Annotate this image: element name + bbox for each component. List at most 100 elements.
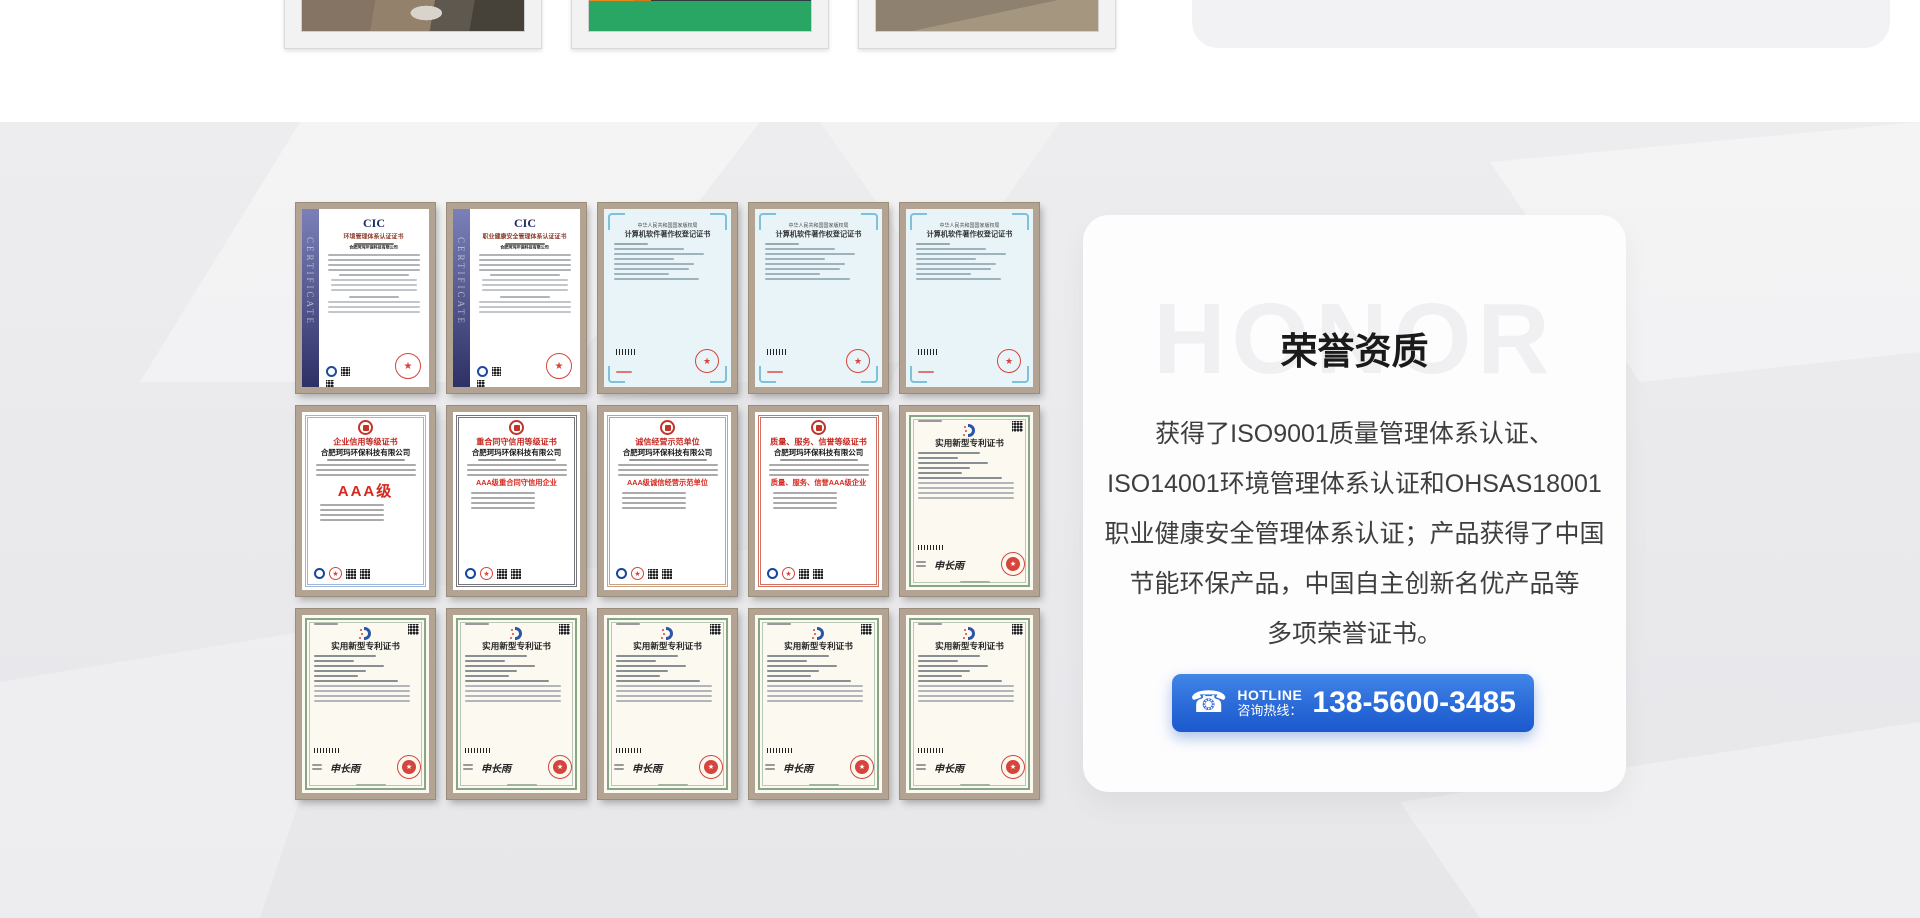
qr-code [710, 624, 721, 635]
signature: 申长雨 [783, 760, 813, 775]
cert-text: 实用新型专利证书 [767, 641, 870, 651]
hotline-number: 138-5600-3485 [1312, 686, 1516, 720]
cert-text: 实用新型专利证书 [918, 438, 1021, 448]
gallery-photo-card[interactable] [858, 0, 1116, 49]
hotline-button[interactable]: ☎ HOTLINE 咨询热线： 138-5600-3485 [1172, 674, 1534, 732]
certificate-thumbnail[interactable]: 实用新型专利证书申长雨★ [749, 609, 888, 799]
barcode [918, 545, 944, 550]
qr-code [799, 569, 809, 579]
cert-text: 计算机软件著作权登记证书 [614, 230, 721, 239]
page: CERTIFICATECIC环境管理体系认证证书合肥珂玛环保科技有限公司★CER… [0, 0, 1920, 918]
cert-text: 实用新型专利证书 [918, 641, 1021, 651]
qr-code [1012, 624, 1023, 635]
cnipa-logo [964, 424, 975, 437]
cert-text: AAA级重合同守信用企业 [463, 479, 570, 488]
description-line: 职业健康安全管理体系认证；产品获得了中国 [1083, 509, 1626, 559]
cnipa-logo [511, 627, 522, 640]
signature-row: 申长雨★ [312, 755, 421, 779]
star-badge: ★ [480, 567, 493, 580]
cert-text: 合肥珂玛环保科技有限公司 [614, 448, 721, 457]
cic-logo: CIC [470, 216, 580, 231]
certificate-thumbnail[interactable]: 质量、服务、信誉等级证书合肥珂玛环保科技有限公司质量、服务、信誉AAA级企业★ [749, 406, 888, 596]
honor-section: CERTIFICATECIC环境管理体系认证证书合肥珂玛环保科技有限公司★CER… [0, 122, 1920, 918]
qr-code [1012, 421, 1023, 432]
signature: 申长雨 [481, 760, 511, 775]
cert-text: 计算机软件著作权登记证书 [916, 230, 1023, 239]
certificate-thumbnail[interactable]: 实用新型专利证书申长雨★ [598, 609, 737, 799]
cert-text: 质量、服务、信誉AAA级企业 [765, 479, 872, 488]
cert-text: 合肥珂玛环保科技有限公司 [765, 448, 872, 457]
construction-photo [588, 0, 812, 32]
signature: 申长雨 [632, 760, 662, 775]
credit-logo [616, 568, 627, 579]
credit-logo [465, 568, 476, 579]
certificate-thumbnail[interactable]: 实用新型专利证书申长雨★ [296, 609, 435, 799]
cic-logo: CIC [319, 216, 429, 231]
cert-logos: ★ [465, 567, 521, 580]
certificate-grid: CERTIFICATECIC环境管理体系认证证书合肥珂玛环保科技有限公司★CER… [296, 203, 1039, 799]
red-seal: ★ [695, 349, 719, 373]
cic-side-band: CERTIFICATE [302, 209, 319, 387]
certificate-thumbnail[interactable]: 实用新型专利证书申长雨★ [447, 609, 586, 799]
top-right-panel [1192, 0, 1890, 48]
cert-text: 实用新型专利证书 [616, 641, 719, 651]
qr-code [559, 624, 570, 635]
cert-text: 中华人民共和国国家版权局 [765, 223, 872, 229]
cnipa-logo [813, 627, 824, 640]
cnipa-logo [360, 627, 371, 640]
signature: 申长雨 [934, 760, 964, 775]
signature-row: 申长雨★ [614, 755, 723, 779]
certificate-thumbnail[interactable]: 中华人民共和国国家版权局计算机软件著作权登记证书★ [749, 203, 888, 393]
certificate-thumbnail[interactable]: 中华人民共和国国家版权局计算机软件著作权登记证书★ [900, 203, 1039, 393]
red-seal: ★ [846, 349, 870, 373]
grade-text: 质量、服务、信誉AAA级企业 [765, 479, 872, 489]
cert-text: 职业健康安全管理体系认证证书 [473, 233, 576, 240]
grade-text: AAA级 [312, 480, 419, 501]
red-seal: ★ [397, 755, 421, 779]
cert-logos [477, 366, 501, 377]
cic-side-band: CERTIFICATE [453, 209, 470, 387]
section-title: 荣誉资质 [1083, 331, 1626, 373]
cert-logos [326, 366, 350, 377]
red-emblem [811, 420, 826, 435]
construction-photo [875, 0, 1099, 32]
certificate-thumbnail[interactable]: 中华人民共和国国家版权局计算机软件著作权登记证书 ★ [598, 203, 737, 393]
star-badge: ★ [329, 567, 342, 580]
certificate-thumbnail[interactable]: 实用新型专利证书申长雨★ [900, 609, 1039, 799]
gallery-photo-card[interactable] [571, 0, 829, 49]
cert-text: 企业信用等级证书 [312, 437, 419, 447]
grade-text: AAA级重合同守信用企业 [463, 479, 570, 489]
cert-text: 诚信经营示范单位 [614, 437, 721, 447]
red-seal: ★ [395, 353, 421, 379]
border-flourish [910, 366, 927, 383]
barcode [616, 349, 636, 355]
certificate-thumbnail[interactable]: 重合同守信用等级证书合肥珂玛环保科技有限公司AAA级重合同守信用企业★ [447, 406, 586, 596]
cert-text: 合肥珂玛环保科技有限公司 [463, 448, 570, 457]
red-seal: ★ [997, 349, 1021, 373]
qr-code [360, 569, 370, 579]
cert-text: 中华人民共和国国家版权局 [614, 223, 721, 229]
barcode [767, 349, 787, 355]
qr-code [861, 624, 872, 635]
barcode [918, 349, 938, 355]
signature-row: 申长雨★ [765, 755, 874, 779]
certificate-thumbnail[interactable]: 实用新型专利证书申长雨★ [900, 406, 1039, 596]
cert-text: 质量、服务、信誉等级证书 [765, 437, 872, 447]
cert-text: 环境管理体系认证证书 [322, 233, 425, 240]
gallery-photo-card[interactable] [284, 0, 542, 49]
barcode [314, 748, 340, 753]
qr-code [511, 569, 521, 579]
certificate-thumbnail[interactable]: CERTIFICATECIC环境管理体系认证证书合肥珂玛环保科技有限公司★ [296, 203, 435, 393]
construction-photo [301, 0, 525, 32]
barcode [767, 748, 793, 753]
qr-code [326, 380, 334, 387]
border-flourish [759, 366, 776, 383]
description-line: 节能环保产品，中国自主创新名优产品等 [1083, 559, 1626, 609]
qr-code [346, 569, 356, 579]
certificate-thumbnail[interactable]: 企业信用等级证书合肥珂玛环保科技有限公司AAA级★ [296, 406, 435, 596]
qr-code [408, 624, 419, 635]
qr-code [477, 380, 485, 387]
certificate-thumbnail[interactable]: 诚信经营示范单位合肥珂玛环保科技有限公司AAA级诚信经营示范单位★ [598, 406, 737, 596]
cert-text: 实用新型专利证书 [465, 641, 568, 651]
certificate-thumbnail[interactable]: CERTIFICATECIC职业健康安全管理体系认证证书合肥珂玛环保科技有限公司… [447, 203, 586, 393]
